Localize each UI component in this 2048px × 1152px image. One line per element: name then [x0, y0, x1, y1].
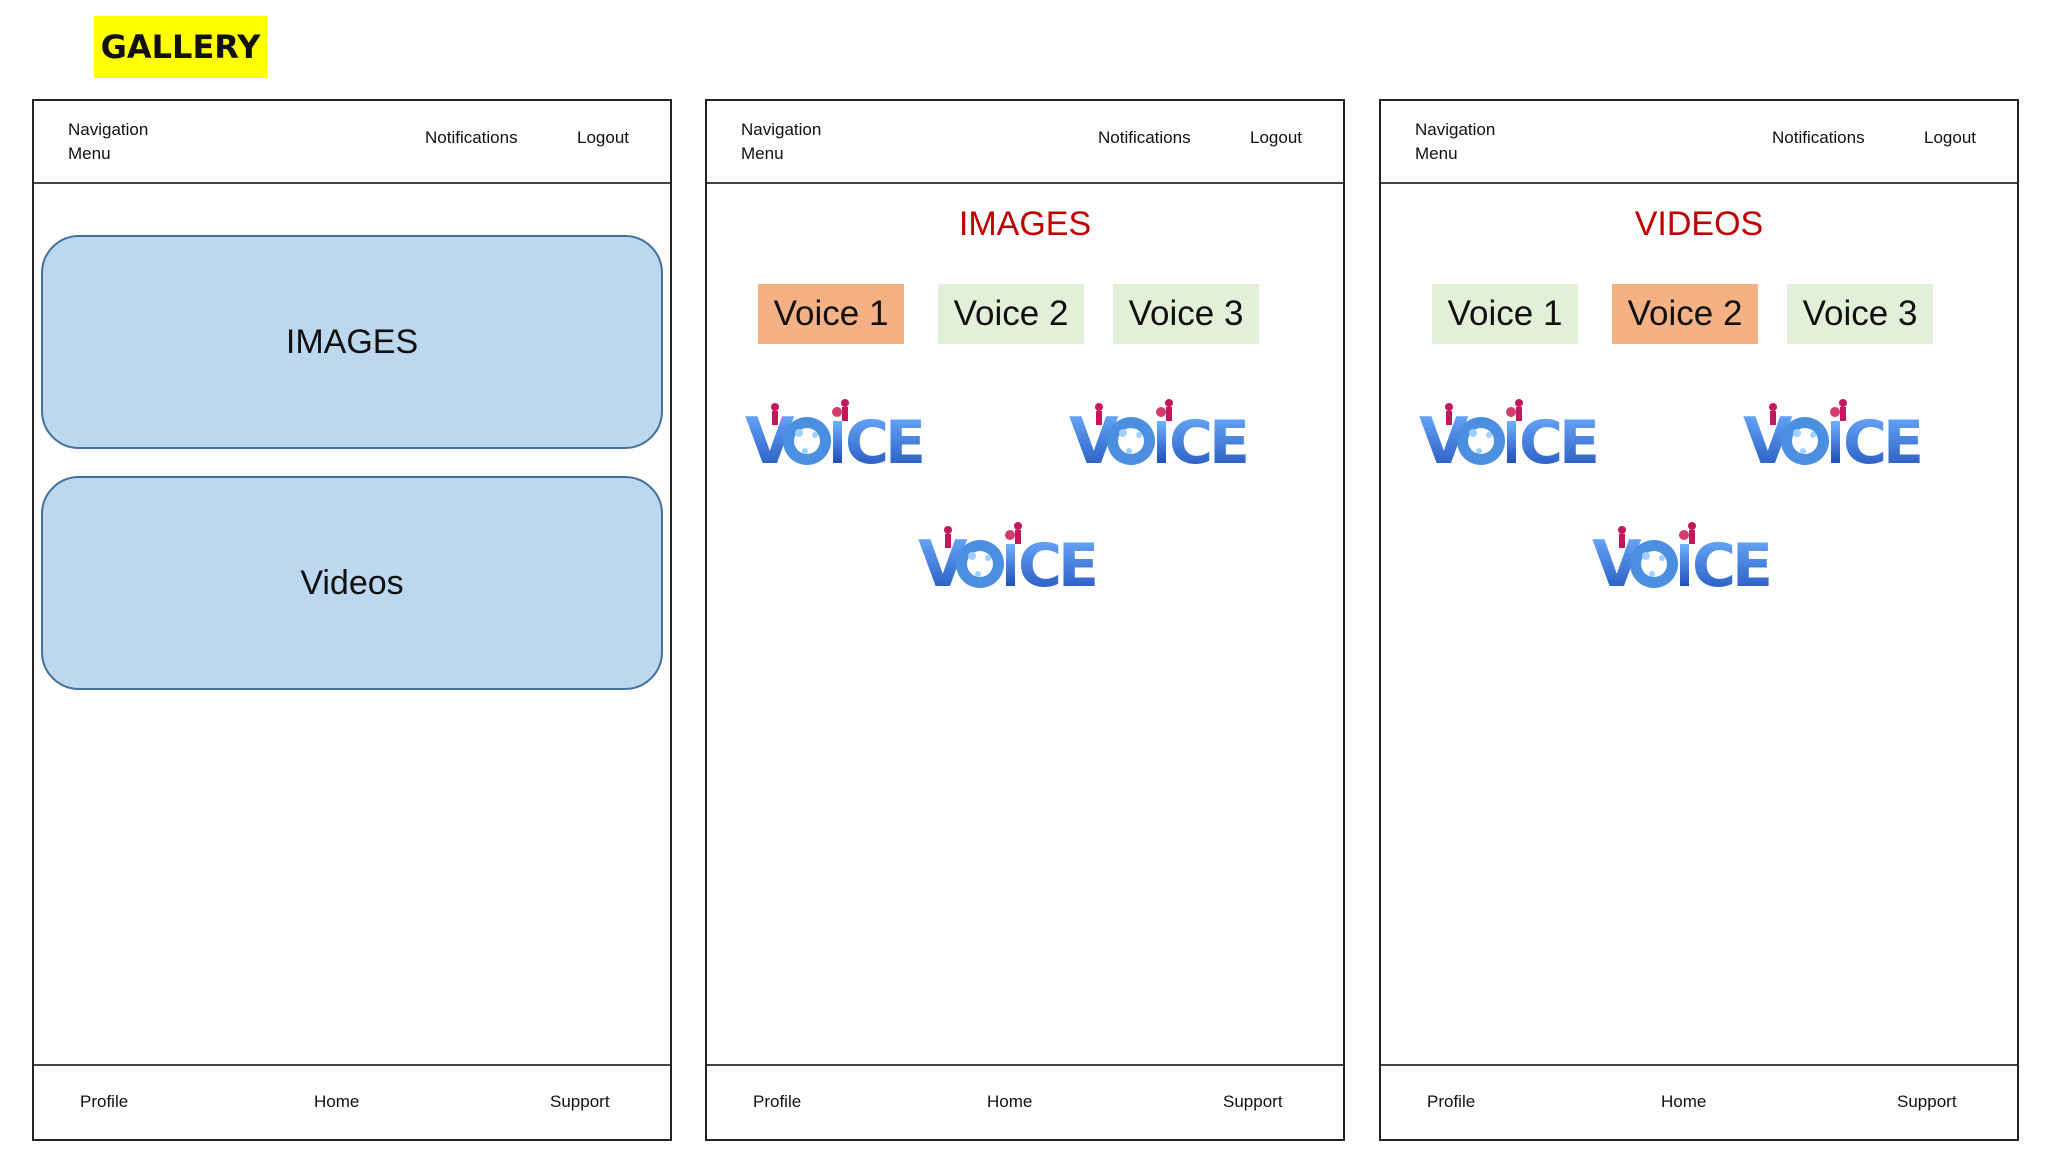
- voice-logo-video[interactable]: [1592, 518, 1772, 594]
- voice-logo-video[interactable]: [1419, 395, 1599, 471]
- notifications-link[interactable]: Notifications: [1772, 128, 1865, 148]
- notifications-link[interactable]: Notifications: [1098, 128, 1191, 148]
- voice-2-tab[interactable]: Voice 2: [938, 284, 1084, 344]
- bottom-bar: Profile Home Support: [34, 1064, 670, 1139]
- footer-support-link[interactable]: Support: [1223, 1092, 1283, 1112]
- nav-menu-line-1: Navigation: [68, 120, 149, 139]
- footer-profile-link[interactable]: Profile: [753, 1092, 801, 1112]
- voice-logo-image[interactable]: [745, 395, 925, 471]
- footer-profile-link[interactable]: Profile: [80, 1092, 128, 1112]
- footer-support-link[interactable]: Support: [1897, 1092, 1957, 1112]
- voice-1-tab[interactable]: Voice 1: [1432, 284, 1578, 344]
- phone-screen-videos: Navigation Menu Notifications Logout VID…: [1379, 99, 2019, 1141]
- bottom-bar: Profile Home Support: [707, 1064, 1343, 1139]
- voice-1-tab[interactable]: Voice 1: [758, 284, 904, 344]
- footer-support-link[interactable]: Support: [550, 1092, 610, 1112]
- navigation-menu[interactable]: Navigation Menu: [741, 118, 821, 166]
- navigation-menu[interactable]: Navigation Menu: [1415, 118, 1495, 166]
- voice-2-tab[interactable]: Voice 2: [1612, 284, 1758, 344]
- bottom-bar: Profile Home Support: [1381, 1064, 2017, 1139]
- logout-link[interactable]: Logout: [577, 128, 629, 148]
- notifications-link[interactable]: Notifications: [425, 128, 518, 148]
- logout-link[interactable]: Logout: [1250, 128, 1302, 148]
- voice-3-tab[interactable]: Voice 3: [1787, 284, 1933, 344]
- section-title: IMAGES: [958, 205, 1092, 243]
- nav-menu-line-1: Navigation: [1415, 120, 1496, 139]
- nav-menu-line-2: Menu: [741, 144, 784, 163]
- footer-profile-link[interactable]: Profile: [1427, 1092, 1475, 1112]
- voice-logo-video[interactable]: [1743, 395, 1923, 471]
- footer-home-link[interactable]: Home: [987, 1092, 1032, 1112]
- footer-home-link[interactable]: Home: [1661, 1092, 1706, 1112]
- nav-menu-line-2: Menu: [1415, 144, 1458, 163]
- top-bar: Navigation Menu Notifications Logout: [707, 101, 1343, 184]
- voice-logo-image[interactable]: [1069, 395, 1249, 471]
- navigation-menu[interactable]: Navigation Menu: [68, 118, 148, 166]
- voice-3-tab[interactable]: Voice 3: [1113, 284, 1259, 344]
- top-bar: Navigation Menu Notifications Logout: [34, 101, 670, 184]
- top-bar: Navigation Menu Notifications Logout: [1381, 101, 2017, 184]
- videos-card-button[interactable]: Videos: [41, 476, 663, 690]
- footer-home-link[interactable]: Home: [314, 1092, 359, 1112]
- nav-menu-line-1: Navigation: [741, 120, 822, 139]
- phone-screen-gallery-home: Navigation Menu Notifications Logout IMA…: [32, 99, 672, 1141]
- page-title: GALLERY: [94, 16, 267, 78]
- voice-logo-image[interactable]: [918, 518, 1098, 594]
- nav-menu-line-2: Menu: [68, 144, 111, 163]
- section-title: VIDEOS: [1634, 205, 1764, 243]
- images-card-button[interactable]: IMAGES: [41, 235, 663, 449]
- logout-link[interactable]: Logout: [1924, 128, 1976, 148]
- phone-screen-images: Navigation Menu Notifications Logout IMA…: [705, 99, 1345, 1141]
